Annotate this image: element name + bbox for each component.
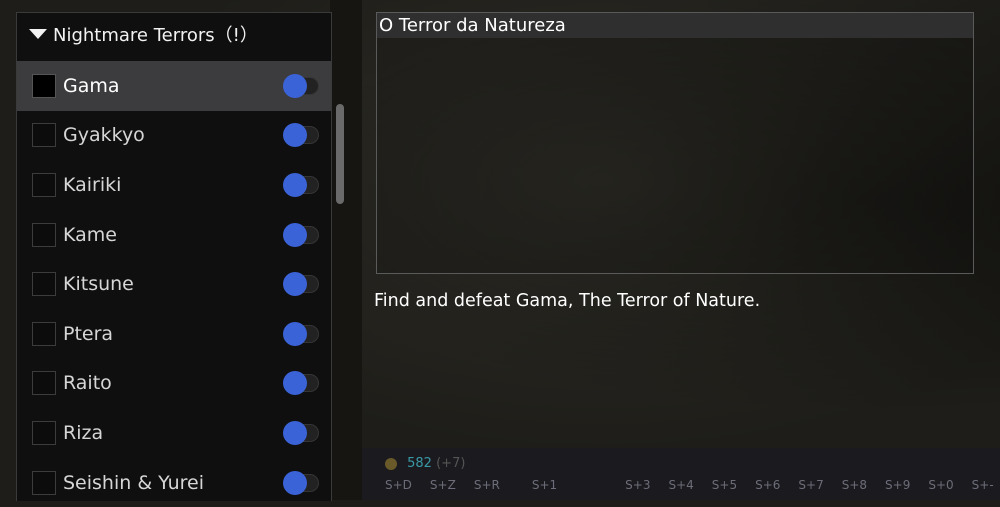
toggle-switch[interactable] — [283, 73, 319, 98]
hotkey-label: S+0 — [928, 478, 954, 492]
list-item[interactable]: Raito — [17, 359, 331, 409]
quest-list-panel: Nightmare Terrors（!） Gama Gyakkyo Kairiki K… — [16, 12, 332, 501]
hotkey-label: S+1 — [531, 478, 558, 492]
hotkey-label: S+D — [385, 478, 412, 492]
checkbox[interactable] — [32, 321, 56, 346]
panel-divider — [330, 0, 362, 500]
quest-list: Gama Gyakkyo Kairiki Kame Kitsune Ptera Raito R… — [17, 61, 331, 507]
list-scrollbar[interactable] — [336, 104, 344, 204]
toggle-knob — [283, 272, 307, 297]
toggle-switch[interactable] — [283, 272, 319, 297]
list-item-label: Kame — [63, 223, 117, 246]
hotkey-label: S+9 — [885, 478, 911, 492]
toggle-knob — [283, 123, 307, 148]
toggle-switch[interactable] — [283, 420, 319, 445]
checkbox[interactable] — [32, 470, 56, 495]
list-item-label: Raito — [63, 372, 112, 395]
hotkey-label: S+6 — [755, 478, 781, 492]
hud-stat: 582 (+7) — [385, 456, 465, 471]
list-item-label: Seishin & Yurei — [63, 471, 205, 494]
category-header[interactable]: Nightmare Terrors（!） — [17, 13, 331, 55]
hud-stat-delta: (+7) — [436, 456, 466, 471]
toggle-switch[interactable] — [283, 371, 319, 396]
hotkey-label: S+- — [971, 478, 994, 492]
list-item[interactable]: Riza — [17, 408, 331, 458]
hotkey-label: S+8 — [841, 478, 868, 492]
toggle-switch[interactable] — [283, 321, 319, 346]
list-item-label: Gyakkyo — [63, 124, 145, 147]
toggle-knob — [283, 420, 307, 445]
list-item-label: Gama — [63, 74, 120, 97]
list-item[interactable]: Kame — [17, 210, 331, 260]
checkbox[interactable] — [32, 371, 56, 396]
hotkey-label: S+7 — [798, 478, 824, 492]
quest-description: Find and defeat Gama, The Terror of Natu… — [374, 291, 761, 311]
hotkey-label: S+Z — [429, 478, 456, 492]
hotkey-label: S+R — [473, 478, 500, 492]
hotkey-bar: S+D S+Z S+R S+1 S+3 S+4 S+5 S+6 S+7 S+8 S+9 S+0 S+- — [385, 478, 994, 492]
orb-icon — [385, 457, 397, 470]
list-item[interactable]: Kitsune — [17, 259, 331, 309]
toggle-knob — [283, 73, 307, 98]
toggle-switch[interactable] — [283, 123, 319, 148]
list-item[interactable]: Kairiki — [17, 160, 331, 210]
list-item-label: Ptera — [63, 322, 114, 345]
list-item[interactable]: Gyakkyo — [17, 111, 331, 161]
hotkey-label: S+4 — [668, 478, 694, 492]
checkbox[interactable] — [32, 172, 56, 197]
list-item-label: Riza — [63, 421, 104, 444]
hotkey-label: S+3 — [625, 478, 651, 492]
category-title: Nightmare Terrors（!） — [53, 25, 258, 46]
toggle-knob — [283, 172, 307, 197]
checkbox[interactable] — [32, 73, 56, 98]
checkbox[interactable] — [32, 272, 56, 297]
toggle-switch[interactable] — [283, 172, 319, 197]
toggle-knob — [283, 222, 307, 247]
caret-down-icon — [29, 29, 47, 39]
toggle-knob — [283, 371, 307, 396]
checkbox[interactable] — [32, 222, 56, 247]
checkbox[interactable] — [32, 420, 56, 445]
toggle-knob — [283, 470, 307, 495]
toggle-switch[interactable] — [283, 470, 319, 495]
checkbox[interactable] — [32, 123, 56, 148]
list-item-label: Kairiki — [63, 173, 122, 196]
toggle-knob — [283, 321, 307, 346]
hotkey-label: S+5 — [711, 478, 738, 492]
quest-detail-box: O Terror da Natureza — [376, 12, 974, 274]
list-item-label: Kitsune — [63, 273, 134, 296]
list-item[interactable]: Ptera — [17, 309, 331, 359]
hud-stat-value: 582 — [407, 456, 432, 471]
toggle-switch[interactable] — [283, 222, 319, 247]
list-item[interactable]: Gama — [17, 61, 331, 111]
quest-title: O Terror da Natureza — [377, 13, 973, 38]
